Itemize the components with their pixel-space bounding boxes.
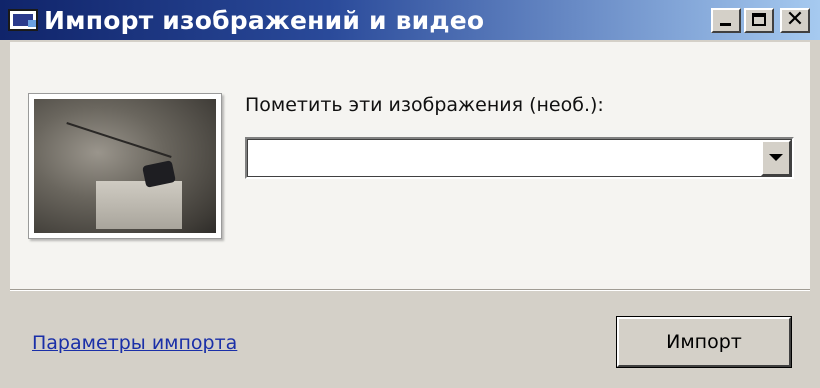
- minimize-button[interactable]: [711, 8, 741, 33]
- import-settings-link[interactable]: Параметры импорта: [32, 332, 237, 354]
- title-bar[interactable]: Импорт изображений и видео ✕: [0, 0, 820, 40]
- photo-thumbnail: [28, 93, 222, 239]
- minimize-icon: [720, 23, 731, 26]
- maximize-icon: [752, 13, 766, 26]
- chevron-down-icon: [769, 154, 783, 161]
- photo-thumbnail-image: [34, 99, 216, 233]
- tag-combobox-dropdown-button[interactable]: [761, 140, 791, 176]
- window-title: Импорт изображений и видео: [44, 6, 485, 35]
- close-button[interactable]: ✕: [780, 7, 810, 33]
- close-icon: ✕: [785, 7, 805, 32]
- tag-combobox[interactable]: [245, 137, 794, 179]
- import-button[interactable]: Импорт: [616, 316, 792, 368]
- camera-import-icon: [8, 9, 38, 31]
- import-dialog: Импорт изображений и видео ✕ Пометить эт…: [0, 0, 820, 388]
- photo-wire: [66, 122, 172, 158]
- footer-separator: [10, 289, 810, 291]
- photo-box: [96, 181, 182, 229]
- window-frame-right: [810, 40, 820, 388]
- maximize-button[interactable]: [744, 8, 774, 33]
- tag-label: Пометить эти изображения (необ.):: [245, 94, 604, 116]
- window-frame-left: [0, 40, 10, 388]
